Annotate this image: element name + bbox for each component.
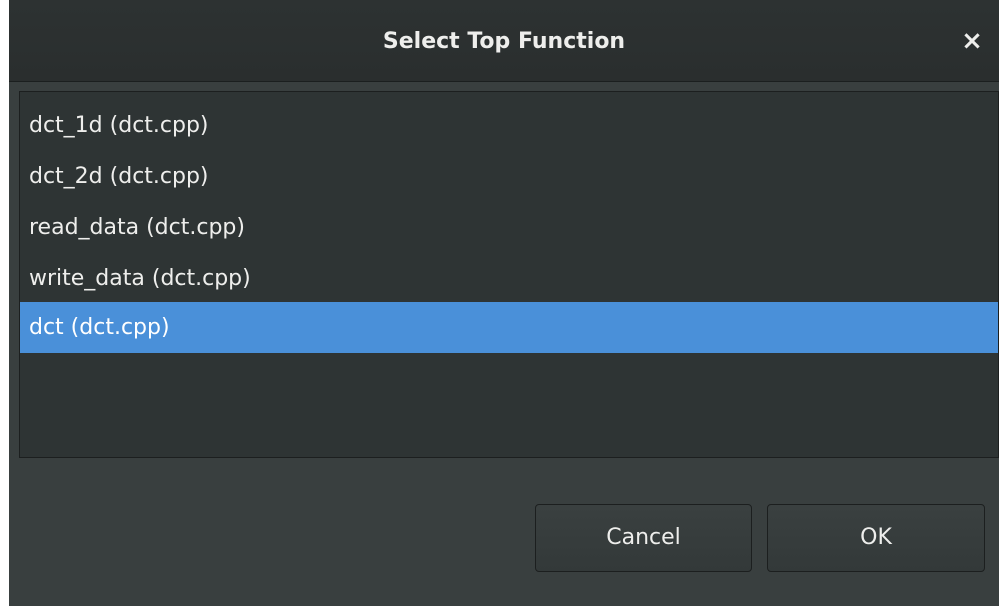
list-item-read-data[interactable]: read_data (dct.cpp) [20, 202, 998, 253]
list-item-dct-2d[interactable]: dct_2d (dct.cpp) [20, 151, 998, 202]
dialog-titlebar: Select Top Function × [9, 0, 999, 82]
list-item-write-data[interactable]: write_data (dct.cpp) [20, 253, 998, 304]
list-item-dct-1d[interactable]: dct_1d (dct.cpp) [20, 100, 998, 151]
list-item-dct[interactable]: dct (dct.cpp) [20, 302, 998, 353]
select-top-function-dialog: Select Top Function × dct_1d (dct.cpp) d… [9, 0, 999, 606]
cancel-button[interactable]: Cancel [535, 504, 752, 572]
dialog-title: Select Top Function [382, 29, 626, 54]
close-icon[interactable]: × [957, 26, 987, 56]
function-list: dct_1d (dct.cpp) dct_2d (dct.cpp) read_d… [19, 91, 999, 458]
ok-button[interactable]: OK [767, 504, 985, 572]
